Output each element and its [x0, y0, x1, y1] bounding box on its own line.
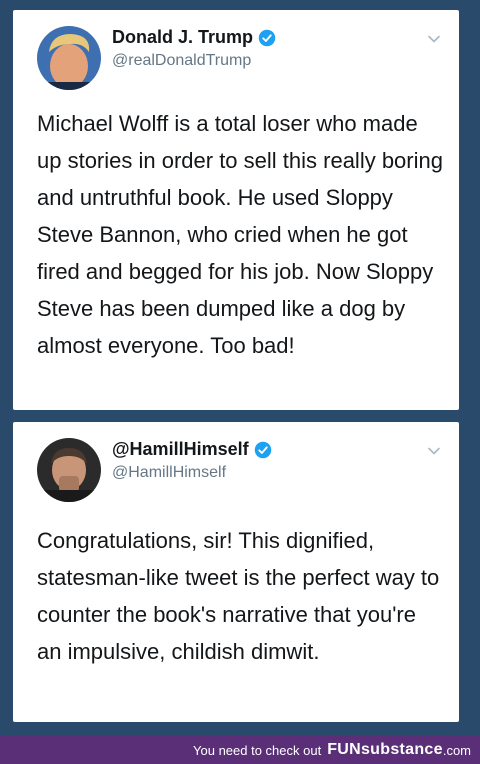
footer-text: You need to check out [193, 742, 322, 758]
author-row: Donald J. Trump [112, 27, 276, 48]
tweet-card[interactable]: Donald J. Trump @realDonaldTrump Michael… [13, 10, 459, 410]
footer-brand: FUNsubstance [327, 741, 443, 758]
display-name[interactable]: @HamillHimself [112, 439, 249, 460]
chevron-down-icon[interactable] [427, 32, 441, 46]
footer-domain: .com [442, 742, 471, 758]
tweet-text: Michael Wolff is a total loser who made … [37, 111, 443, 358]
verified-badge-icon [254, 441, 272, 459]
tweet-text: Congratulations, sir! This dignified, st… [37, 528, 440, 664]
author-row: @HamillHimself [112, 439, 272, 460]
tweet-card[interactable]: @HamillHimself @HamillHimself Congratula… [13, 422, 459, 722]
watermark-footer: You need to check out FUNsubstance .com [0, 736, 480, 764]
user-handle[interactable]: @HamillHimself [112, 464, 226, 482]
verified-badge-icon [258, 29, 276, 47]
avatar[interactable] [37, 26, 101, 90]
chevron-down-icon[interactable] [427, 444, 441, 458]
display-name[interactable]: Donald J. Trump [112, 27, 253, 48]
user-handle[interactable]: @realDonaldTrump [112, 52, 251, 70]
avatar[interactable] [37, 438, 101, 502]
